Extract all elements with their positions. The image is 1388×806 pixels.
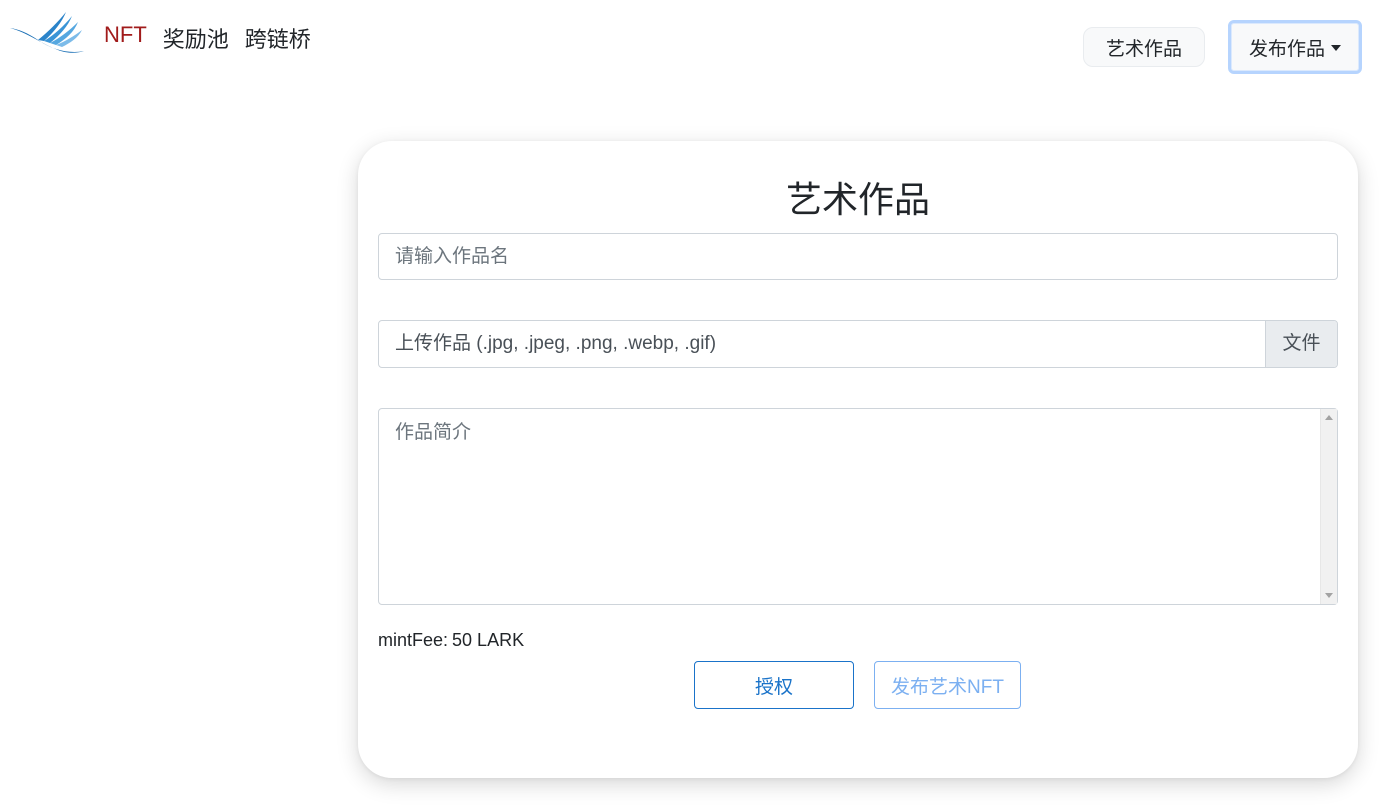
mint-fee-label: mintFee: xyxy=(378,630,449,650)
nav-item-reward-pool[interactable]: 奖励池 xyxy=(163,22,229,54)
mint-fee-text: mintFee: 50 LARK xyxy=(378,630,524,651)
caret-down-icon xyxy=(1331,45,1341,51)
art-works-button[interactable]: 艺术作品 xyxy=(1083,27,1205,67)
main-nav: NFT 奖励池 跨链桥 xyxy=(104,22,311,54)
scroll-down-icon[interactable] xyxy=(1325,593,1333,598)
nav-item-bridge[interactable]: 跨链桥 xyxy=(245,22,311,54)
mint-fee-value: 50 LARK xyxy=(452,630,525,650)
bird-logo-icon[interactable] xyxy=(8,10,84,56)
approve-button[interactable]: 授权 xyxy=(694,661,854,709)
file-input-label: 上传作品 (.jpg, .jpeg, .png, .webp, .gif) xyxy=(395,333,717,354)
publish-dropdown-label: 发布作品 xyxy=(1248,38,1325,60)
file-browse-button[interactable]: 文件 xyxy=(1265,321,1337,367)
artwork-name-input[interactable]: 请输入作品名 xyxy=(378,233,1338,280)
artwork-file-input[interactable]: 上传作品 (.jpg, .jpeg, .png, .webp, .gif) 文件 xyxy=(378,320,1338,368)
scroll-up-icon[interactable] xyxy=(1325,415,1333,420)
publish-dropdown-button[interactable]: 发布作品 xyxy=(1228,20,1362,74)
artwork-description-textarea[interactable]: 作品简介 xyxy=(378,408,1338,605)
card-title: 艺术作品 xyxy=(785,179,930,220)
nav-item-nft[interactable]: NFT xyxy=(104,22,147,54)
description-placeholder: 作品简介 xyxy=(395,422,472,443)
publish-art-nft-button[interactable]: 发布艺术NFT xyxy=(874,661,1021,709)
publish-art-card: 艺术作品 请输入作品名 上传作品 (.jpg, .jpeg, .png, .we… xyxy=(358,141,1358,778)
textarea-scrollbar[interactable] xyxy=(1320,409,1337,604)
